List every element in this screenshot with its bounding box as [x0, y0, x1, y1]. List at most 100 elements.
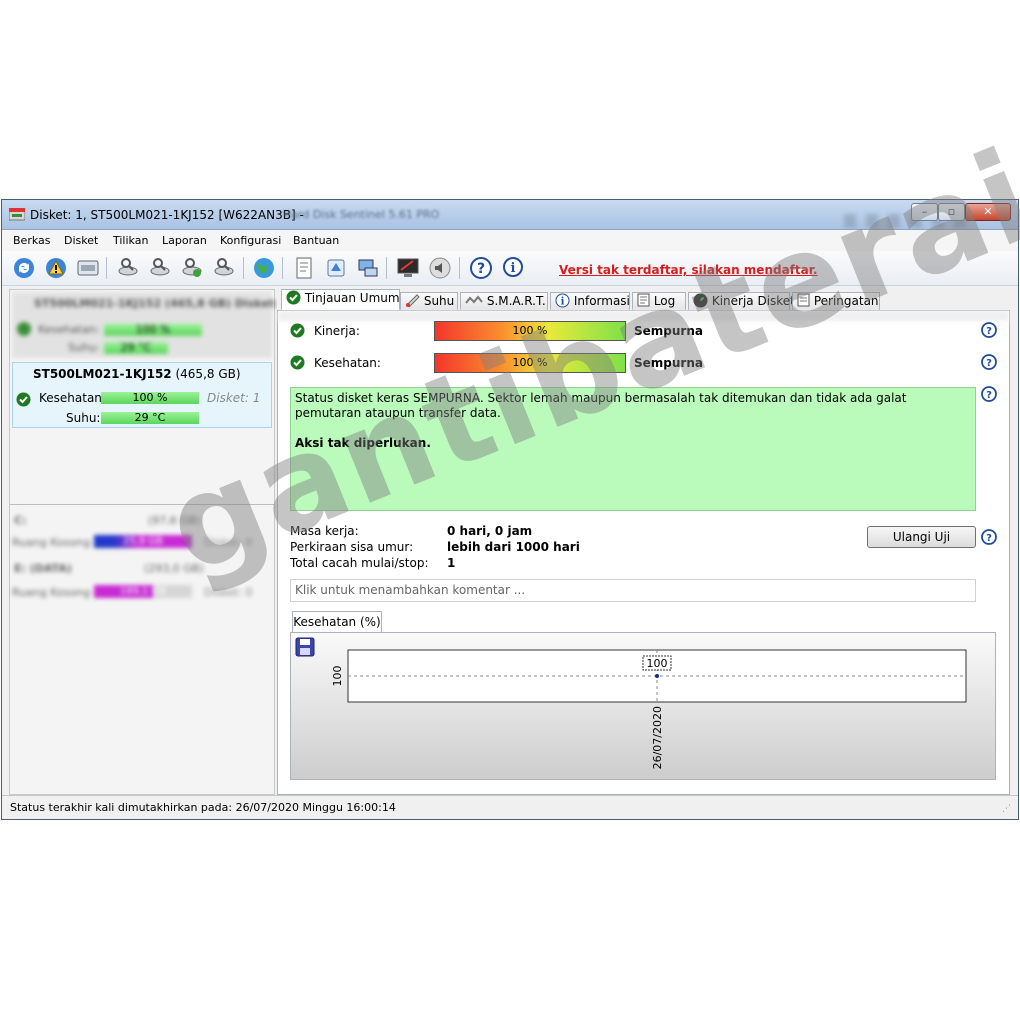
disk-list-panel: ST500LM021-1KJ152 (465,8 GB) Disket: 0 K…: [9, 289, 290, 795]
start-stop-value: 1: [447, 556, 456, 570]
resize-grip-icon[interactable]: ⋰: [1002, 804, 1011, 814]
panel-divider: [10, 504, 274, 505]
verify-test-icon[interactable]: [180, 256, 204, 280]
retest-button[interactable]: Ulangi Uji: [867, 526, 976, 548]
svg-text:?: ?: [986, 326, 992, 337]
svg-text:?: ?: [986, 390, 992, 401]
read-test-icon[interactable]: [148, 256, 172, 280]
overview-tab-content: Kinerja: 100 % Sempurna ? Kesehatan: 100…: [277, 310, 1010, 795]
chart-container: 100 26/07/2020 100: [290, 632, 996, 780]
maximize-button[interactable]: ▫: [938, 203, 965, 221]
gauge-icon: [693, 293, 708, 308]
network-icon[interactable]: [356, 256, 380, 280]
toolbar-separator: [459, 257, 460, 279]
blurred-temp-label: Suhu:: [68, 341, 100, 354]
tab-strip: Tinjauan Umum Suhu S.M.A.R.T. i Informas…: [277, 289, 1010, 311]
volume-c-size: (97,6 GB): [148, 514, 201, 527]
minimize-button[interactable]: –: [911, 203, 938, 221]
selected-disk-entry[interactable]: ST500LM021-1KJ152 (465,8 GB) Kesehatan: …: [12, 362, 272, 428]
tab-disk-performance[interactable]: Kinerja Disket: [688, 292, 795, 311]
volume-list[interactable]: C: (97,6 GB) Ruang Kosong 25,9 GB Disket…: [10, 510, 274, 610]
selected-temp-label: Suhu:: [66, 411, 101, 425]
volume-e-disk: Disket: 0: [204, 586, 253, 599]
chart-point: [655, 674, 659, 678]
help-icon[interactable]: ?: [469, 256, 493, 280]
selected-health-label: Kesehatan:: [39, 391, 106, 405]
menu-tilikan[interactable]: Tilikan: [113, 234, 148, 247]
volume-c-name: C:: [14, 514, 27, 527]
svg-text:?: ?: [986, 358, 992, 369]
selected-disk-number: Disket: 1: [207, 391, 261, 405]
close-button[interactable]: ✕: [965, 203, 1011, 221]
lifetime-value: lebih dari 1000 hari: [447, 540, 580, 554]
smart-icon: [465, 295, 483, 304]
globe-icon[interactable]: [252, 256, 276, 280]
blurred-disk-header: ST500LM021-1KJ152 (465,8 GB) Disket: 0: [34, 297, 290, 310]
menu-berkas[interactable]: Berkas: [13, 234, 51, 247]
blurred-disk-check-icon: [17, 322, 31, 336]
tab-information[interactable]: i Informasi: [550, 292, 630, 311]
svg-text:i: i: [511, 261, 516, 276]
retest-help-icon[interactable]: ?: [981, 529, 997, 545]
power-on-value: 0 hari, 0 jam: [447, 524, 533, 538]
tab-temperature[interactable]: Suhu: [400, 292, 458, 311]
blurred-disk-entry[interactable]: ST500LM021-1KJ152 (465,8 GB) Disket: 0 K…: [12, 292, 290, 358]
thermometer-icon: [406, 294, 420, 308]
performance-help-icon[interactable]: ?: [981, 322, 997, 338]
toolbar-separator: [106, 257, 107, 279]
window-app-name: Hard Disk Sentinel 5.61 PRO: [283, 208, 440, 221]
performance-label: Kinerja:: [314, 324, 360, 338]
title-bar[interactable]: Disket: 1, ST500LM021-1KJ152 [W622AN3B] …: [2, 200, 1018, 230]
volume-e-size: (293,0 GB): [144, 562, 204, 575]
tab-smart[interactable]: S.M.A.R.T.: [460, 292, 548, 311]
surface-test-icon[interactable]: [116, 256, 140, 280]
volume-c-disk: Disket: 0: [204, 536, 253, 549]
send-report-icon[interactable]: [324, 256, 348, 280]
chart-y-tick-label: 100: [331, 666, 344, 687]
status-bar-text: Status terakhir kali dimutakhirkan pada:…: [10, 801, 396, 814]
tab-overview[interactable]: Tinjauan Umum: [281, 289, 400, 311]
menu-konfigurasi[interactable]: Konfigurasi: [220, 234, 281, 247]
monitor-icon[interactable]: [396, 256, 420, 280]
log-icon: [637, 293, 650, 307]
toolbar-separator: [243, 257, 244, 279]
warning-doc-icon: [797, 293, 810, 307]
menu-disket[interactable]: Disket: [64, 234, 98, 247]
svg-text:i: i: [561, 297, 565, 308]
status-help-icon[interactable]: ?: [981, 386, 997, 402]
chart-data-label: 100: [647, 657, 668, 670]
health-status: Sempurna: [634, 356, 703, 370]
sound-icon[interactable]: [428, 256, 452, 280]
menu-bantuan[interactable]: Bantuan: [293, 234, 339, 247]
health-help-icon[interactable]: ?: [981, 354, 997, 370]
menu-bar: Berkas Disket Tilikan Laporan Konfiguras…: [2, 230, 1018, 251]
disk-icon[interactable]: [76, 256, 100, 280]
info-tab-icon: i: [555, 293, 570, 308]
volume-c-free-bar: 25,9 GB: [94, 535, 192, 548]
selected-health-bar: 100 %: [101, 392, 199, 404]
volume-c-free-label: Ruang Kosong: [12, 536, 91, 549]
start-stop-label: Total cacah mulai/stop:: [290, 556, 429, 570]
status-bar: Status terakhir kali dimutakhirkan pada:…: [2, 795, 1018, 819]
toolbar: ? i Versi tak terdaftar, silakan mendaft…: [2, 251, 1018, 286]
alert-icon[interactable]: [44, 256, 68, 280]
tab-alerts[interactable]: Peringatan: [792, 292, 880, 311]
toolbar-separator: [386, 257, 387, 279]
chart-tab[interactable]: Kesehatan (%): [292, 611, 382, 633]
selected-temp-bar: 29 °C: [101, 412, 199, 424]
window-title: Disket: 1, ST500LM021-1KJ152 [W622AN3B] …: [30, 208, 304, 222]
unregistered-notice-link[interactable]: Versi tak terdaftar, silakan mendaftar.: [559, 263, 818, 277]
svg-text:?: ?: [986, 533, 992, 544]
blurred-health-bar: 100 %: [104, 324, 202, 336]
tab-log[interactable]: Log: [632, 292, 686, 311]
write-test-icon[interactable]: [212, 256, 236, 280]
info-icon[interactable]: i: [501, 256, 525, 280]
menu-laporan[interactable]: Laporan: [162, 234, 207, 247]
main-panel: Tinjauan Umum Suhu S.M.A.R.T. i Informas…: [277, 289, 1010, 795]
report-icon[interactable]: [292, 256, 316, 280]
refresh-icon[interactable]: [12, 256, 36, 280]
health-check-icon: [290, 355, 305, 370]
comment-input[interactable]: Klik untuk menambahkan komentar ...: [290, 579, 976, 602]
blurred-temp-bar: 29 °C: [104, 342, 168, 354]
volume-e-free-bar: 189,1 GB: [94, 585, 192, 598]
